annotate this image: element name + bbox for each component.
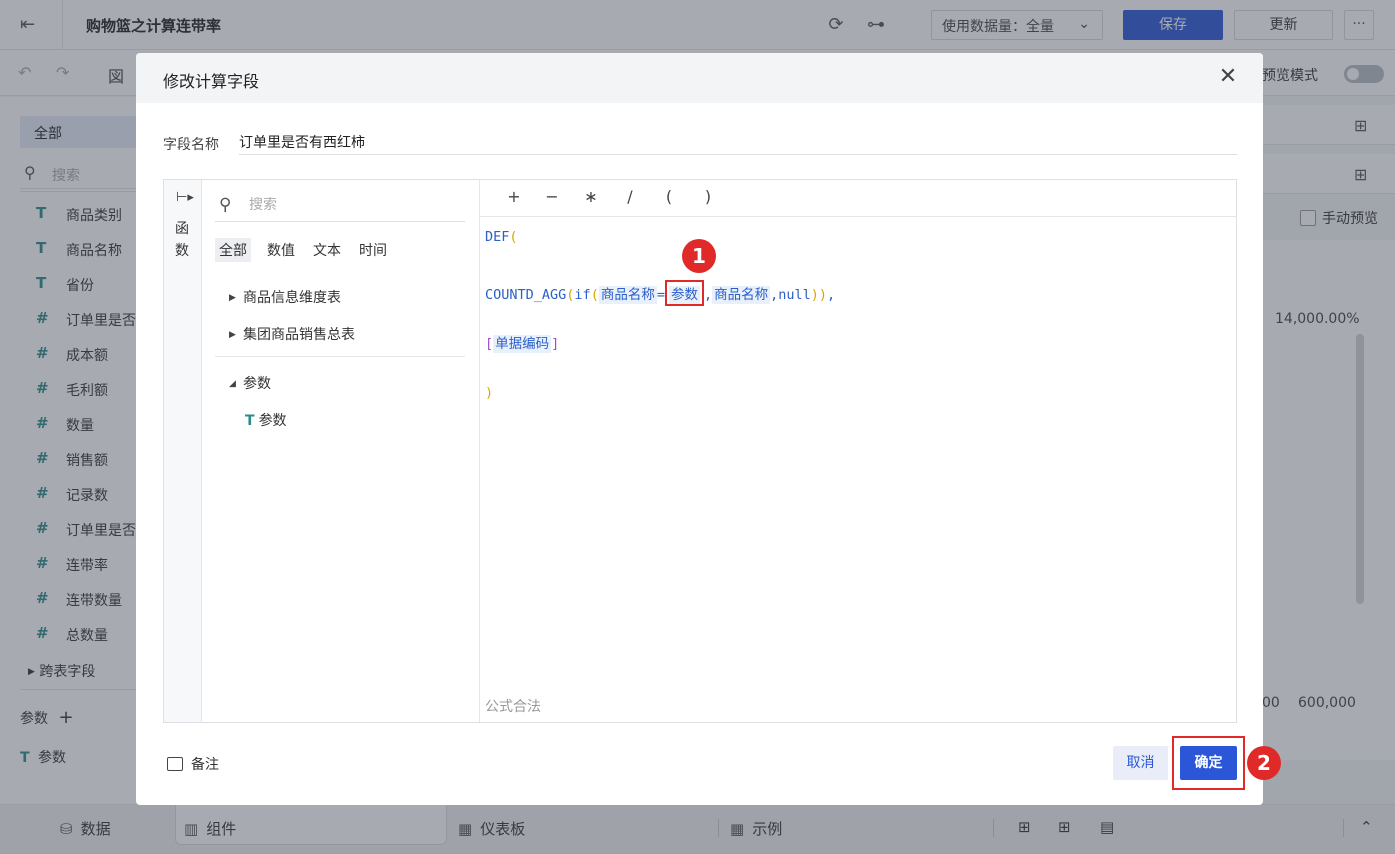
note-label: 备注 (191, 757, 219, 773)
formula-text: DEF (485, 229, 510, 245)
field-token[interactable]: 商品名称 (712, 286, 771, 304)
op-multiply-button[interactable]: ∗ (581, 187, 601, 206)
tab-time[interactable]: 时间 (355, 238, 391, 262)
close-icon[interactable]: ✕ (1216, 65, 1240, 89)
cancel-button[interactable]: 取消 (1113, 746, 1168, 780)
group-label: 参数 (243, 376, 271, 392)
step-marker-1: 1 (682, 239, 716, 273)
function-search[interactable]: ⚲ (215, 194, 465, 222)
comment-icon (167, 757, 183, 771)
confirm-button[interactable]: 确定 (1180, 746, 1237, 780)
formula-text: [ (485, 336, 494, 352)
highlight-box: 参数 (664, 280, 704, 306)
param-group-node[interactable]: ◢ 参数 (229, 373, 271, 393)
op-rparen-button[interactable]: ) (698, 187, 718, 206)
formula-text: , (827, 287, 836, 303)
formula-text: ,null (770, 287, 811, 303)
tab-all[interactable]: 全部 (215, 238, 251, 262)
formula-text: ) (485, 385, 494, 401)
function-search-input[interactable] (249, 197, 449, 213)
formula-text: , (703, 287, 713, 303)
field-name-input[interactable] (239, 129, 1237, 155)
param-icon: T (245, 413, 255, 429)
op-lparen-button[interactable]: ( (659, 187, 679, 206)
tab-text[interactable]: 文本 (309, 238, 345, 262)
table-label: 商品信息维度表 (243, 290, 341, 306)
step-marker-2: 2 (1247, 746, 1281, 780)
table-node[interactable]: ▶ 商品信息维度表 (229, 287, 341, 307)
formula-line[interactable]: COUNTD_AGG(if(商品名称 = 参数, 商品名称 ,null)), (485, 280, 835, 306)
formula-panel: + − ∗ / ( ) DEF( COUNTD_AGG(if(商品名称 = 参数, 商… (479, 180, 1237, 722)
op-minus-button[interactable]: − (542, 187, 562, 206)
op-plus-button[interactable]: + (504, 187, 524, 206)
formula-text: if (574, 287, 591, 303)
divider (215, 356, 465, 357)
operator-bar: + − ∗ / ( ) (480, 180, 1237, 217)
function-rail-label: 函数 (175, 221, 189, 259)
note-button[interactable]: 备注 (167, 754, 219, 774)
dialog-title: 修改计算字段 (163, 72, 260, 91)
formula-text: = (656, 287, 665, 303)
table-label: 集团商品销售总表 (243, 327, 355, 343)
formula-editor: ⊢▸ 函数 ⚲ 全部 数值 文本 时间 ▶ 商品信息维度表 ▶ 集团商品销售总表 ◢… (163, 179, 1237, 723)
formula-text: COUNTD_AGG (485, 287, 567, 303)
tab-numeric[interactable]: 数值 (263, 238, 299, 262)
caret-down-icon: ◢ (229, 379, 236, 389)
op-divide-button[interactable]: / (620, 187, 640, 206)
field-name-label: 字段名称 (163, 137, 219, 153)
param-token[interactable]: 参数 (668, 286, 700, 304)
edit-calc-field-dialog: 修改计算字段 ✕ 字段名称 ⊢▸ 函数 ⚲ 全部 数值 文本 时间 ▶ 商品信息维… (136, 53, 1281, 805)
table-node[interactable]: ▶ 集团商品销售总表 (229, 324, 355, 344)
formula-line[interactable]: DEF( (485, 229, 518, 245)
formula-text: ( (509, 229, 518, 245)
formula-text: ] (551, 336, 560, 352)
field-token[interactable]: 单据编码 (493, 335, 552, 353)
search-icon: ⚲ (219, 195, 232, 215)
expand-arrow-icon[interactable]: ⊢▸ (176, 190, 194, 205)
formula-line[interactable]: ) (485, 385, 493, 401)
dialog-header: 修改计算字段 ✕ (136, 53, 1263, 103)
formula-text: )) (810, 287, 828, 303)
field-token[interactable]: 商品名称 (598, 286, 657, 304)
function-panel: ⚲ 全部 数值 文本 时间 ▶商品信息维度表 ▶集团商品销售总表 ◢参数 T参数 (203, 180, 479, 722)
formula-status: 公式合法 (485, 699, 541, 715)
caret-right-icon: ▶ (229, 293, 236, 303)
function-rail[interactable]: ⊢▸ 函数 (164, 180, 202, 722)
formula-line[interactable]: [单据编码] (485, 332, 560, 353)
param-label: 参数 (258, 413, 287, 429)
caret-right-icon: ▶ (229, 330, 236, 340)
param-item[interactable]: T 参数 (245, 410, 287, 430)
